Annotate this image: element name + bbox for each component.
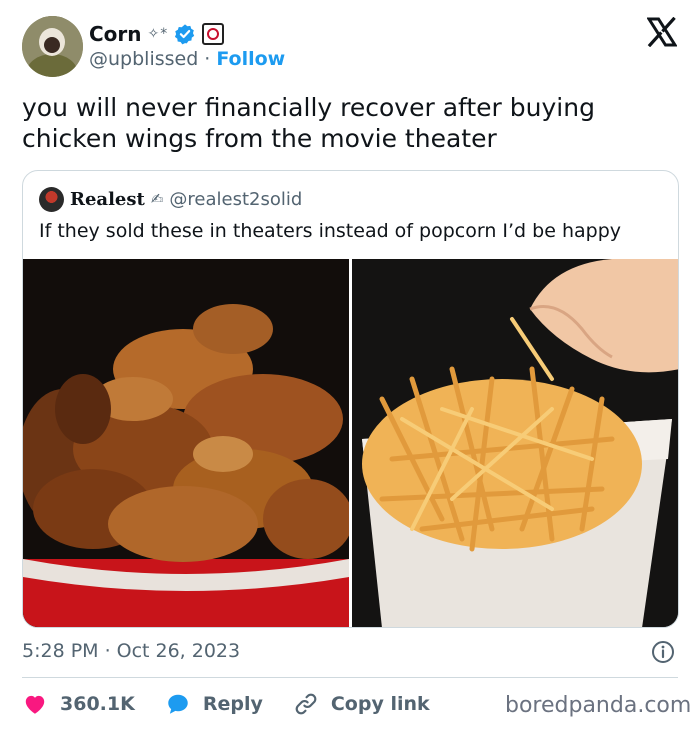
- author-handle-row: @upblissed · Follow: [89, 48, 285, 70]
- quoted-author-name: Realest: [70, 188, 145, 210]
- chicken-wings-image[interactable]: [23, 259, 349, 627]
- reply-button[interactable]: Reply: [165, 691, 263, 717]
- tweet-text: you will never financially recover after…: [22, 93, 595, 153]
- author-handle[interactable]: @upblissed: [89, 48, 198, 70]
- actions-divider: [22, 677, 678, 678]
- author-avatar[interactable]: [22, 16, 83, 77]
- quoted-tweet-text: If they sold these in theaters instead o…: [39, 220, 621, 242]
- verified-badge-icon: [175, 24, 195, 45]
- tweet-timestamp[interactable]: 5:28 PM · Oct 26, 2023: [22, 640, 240, 662]
- link-icon: [295, 693, 317, 715]
- quoted-tweet-card[interactable]: Realest ✍ @realest2solid If they sold th…: [22, 170, 679, 628]
- chicken-wings-illustration: [23, 259, 349, 627]
- tweet-date: Oct 26, 2023: [116, 640, 241, 662]
- quoted-header: Realest ✍ @realest2solid: [39, 186, 302, 212]
- copy-link-button[interactable]: Copy link: [293, 691, 430, 717]
- quoted-author-handle: @realest2solid: [169, 188, 303, 210]
- quoted-avatar: [39, 186, 64, 212]
- author-name-decoration: ✧*: [147, 26, 169, 42]
- fries-illustration: [352, 259, 678, 627]
- info-icon[interactable]: [651, 640, 675, 664]
- follow-button[interactable]: Follow: [216, 48, 285, 70]
- like-count: 360.1K: [60, 693, 135, 715]
- tweet-time: 5:28 PM: [22, 640, 99, 662]
- avatar-image: [22, 16, 83, 77]
- copy-link-label: Copy link: [330, 693, 430, 715]
- heart-icon: [25, 695, 45, 714]
- reply-label: Reply: [202, 693, 263, 715]
- affiliate-badge-icon: [202, 23, 225, 45]
- quoted-media: [23, 259, 678, 627]
- timestamp-separator: ·: [104, 640, 111, 662]
- fries-bucket-image[interactable]: [352, 259, 678, 627]
- like-button[interactable]: 360.1K: [22, 691, 135, 717]
- quoted-name-decoration: ✍: [150, 190, 164, 208]
- source-watermark: boredpanda.com: [505, 693, 692, 718]
- author-name-row: Corn ✧*: [89, 21, 225, 47]
- x-logo-icon[interactable]: [647, 17, 677, 47]
- author-name[interactable]: Corn: [89, 22, 142, 46]
- reply-bubble-icon: [168, 694, 188, 714]
- tweet-actions: 360.1K Reply Copy link: [22, 688, 460, 720]
- handle-separator: ·: [204, 48, 211, 70]
